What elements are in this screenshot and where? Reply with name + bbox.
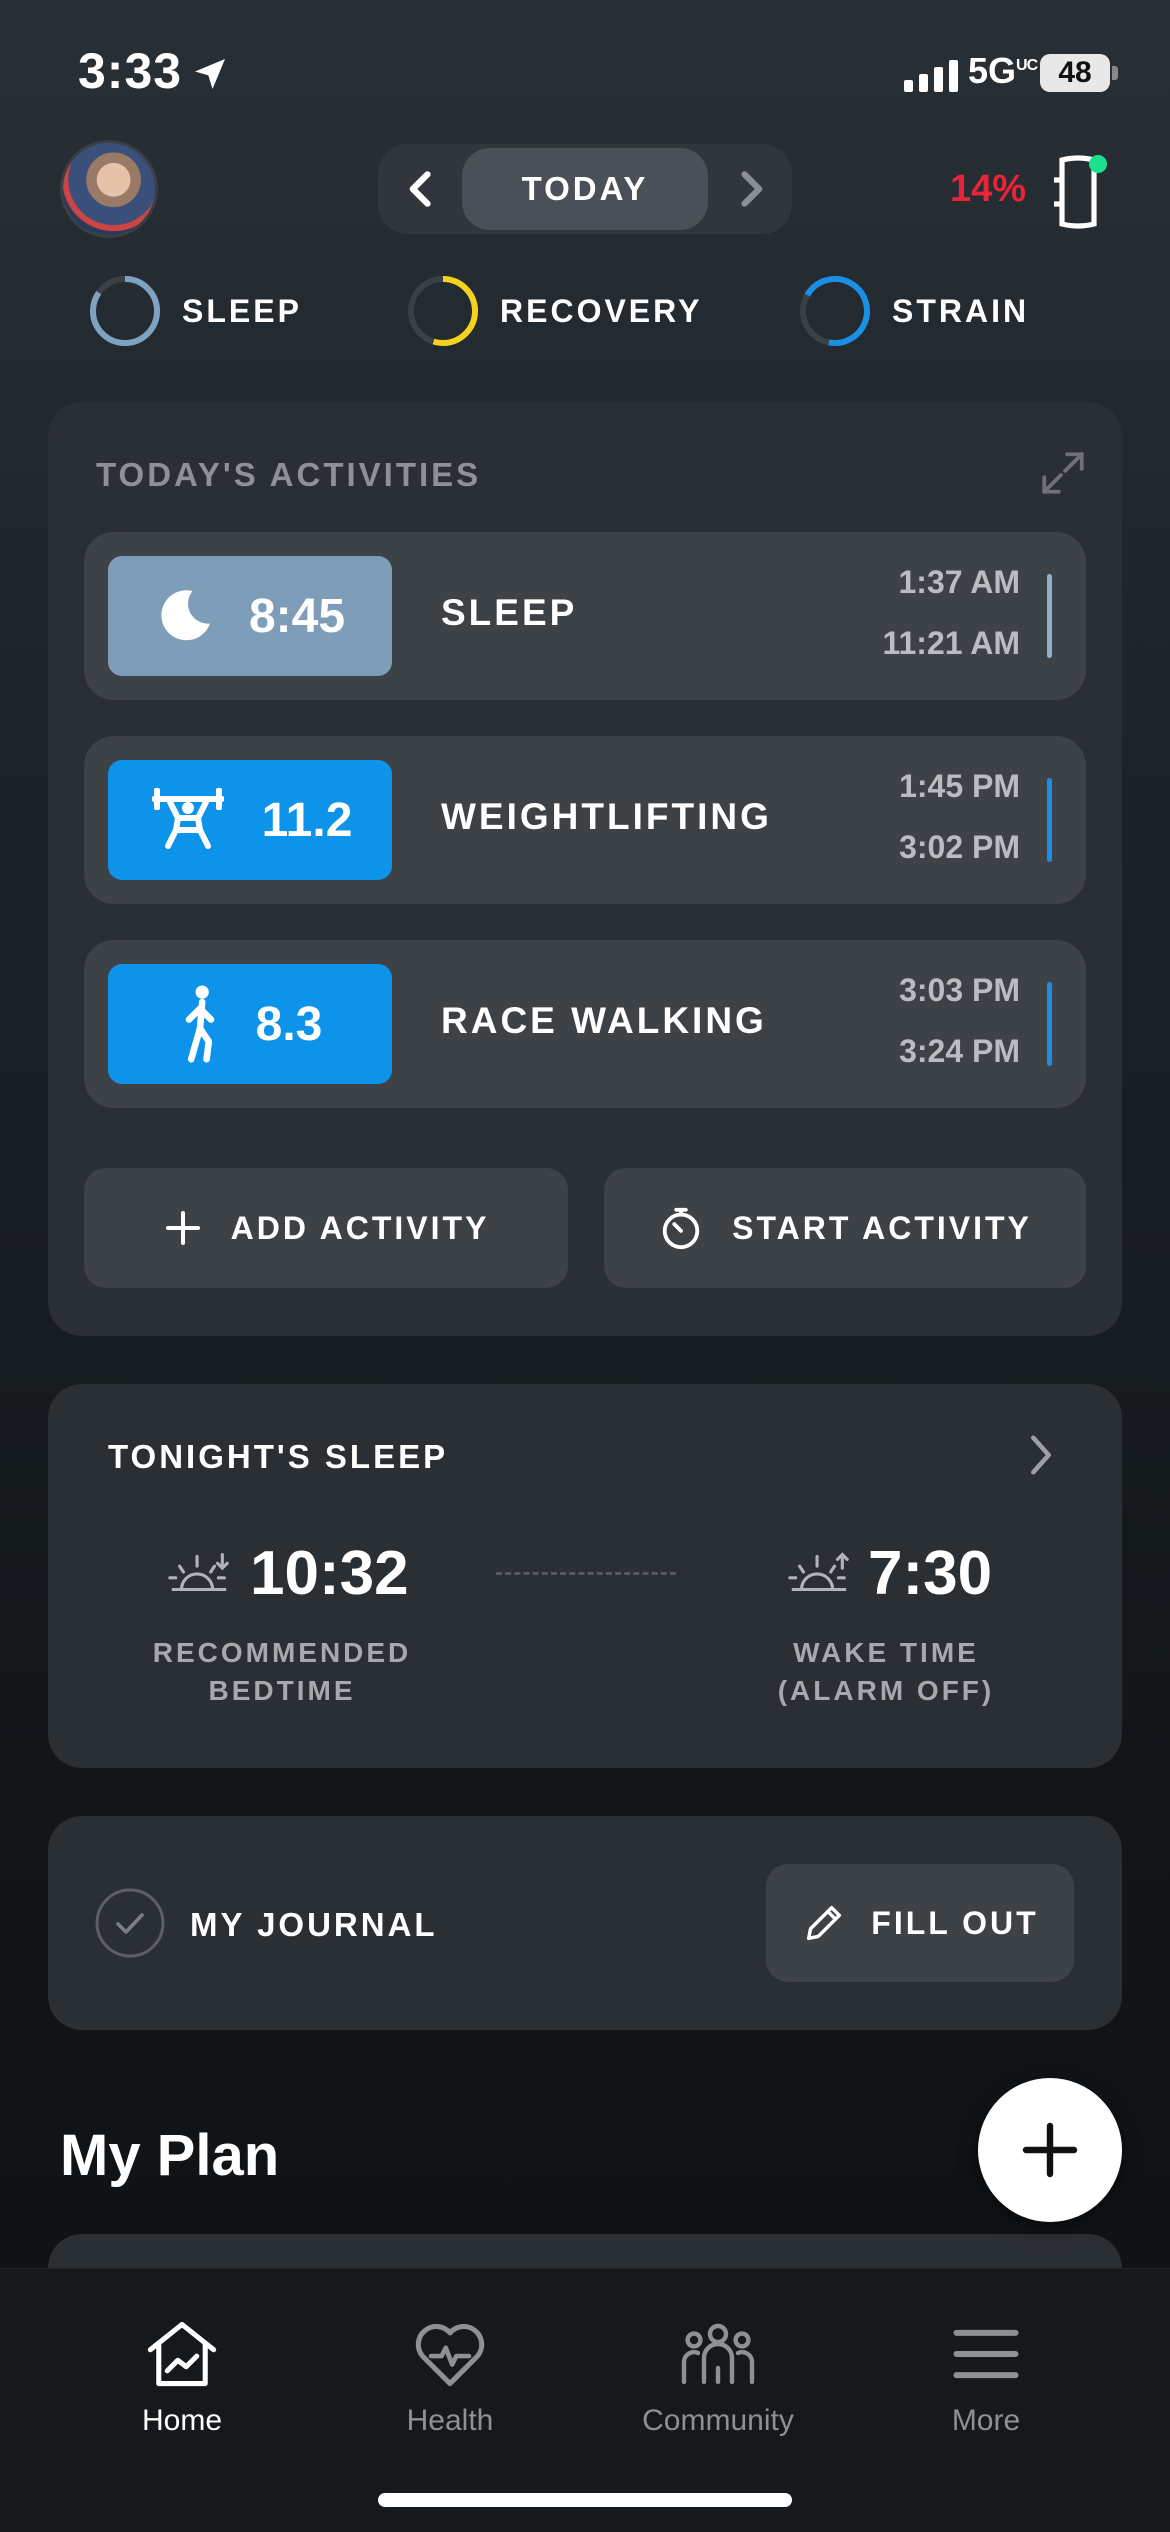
ring-strain-label: STRAIN (892, 292, 1030, 329)
activity-badge: 8:45 (108, 556, 392, 676)
wake-caption-line1: WAKE TIME (793, 1637, 979, 1668)
add-activity-button[interactable]: ADD ACTIVITY (84, 1168, 568, 1288)
activity-color-bar (1047, 778, 1052, 862)
activity-end-time: 11:21 AM (882, 625, 1020, 661)
activity-badge: 8.3 (108, 964, 392, 1084)
avatar[interactable] (60, 140, 158, 238)
sunrise-icon (788, 1552, 849, 1592)
health-heart-icon (415, 2324, 485, 2387)
tab-more-label: More (951, 2404, 1021, 2437)
activity-end-time: 3:24 PM (899, 1033, 1020, 1069)
ring-strain[interactable]: STRAIN (798, 274, 1029, 348)
battery-level: 48 (1040, 54, 1110, 92)
menu-icon (953, 2329, 1019, 2379)
ring-sleep[interactable]: SLEEP (88, 274, 302, 348)
activity-name: SLEEP (441, 592, 578, 633)
activity-value: 11.2 (261, 793, 353, 847)
tab-health-label: Health (406, 2404, 494, 2437)
activity-end-time: 3:02 PM (899, 829, 1020, 865)
ring-sleep-label: SLEEP (182, 292, 302, 329)
bedtime-caption-line1: RECOMMENDED (152, 1637, 412, 1668)
ring-recovery-label: RECOVERY (500, 292, 703, 329)
fill-out-button[interactable]: FILL OUT (766, 1864, 1074, 1982)
activity-row-sleep[interactable]: 8:45 SLEEP 1:37 AM 11:21 AM (84, 532, 1086, 700)
tab-community-label: Community (642, 2404, 794, 2437)
strain-ring-icon (800, 276, 870, 346)
recovery-ring-icon (408, 276, 478, 346)
chevron-right-icon[interactable] (1024, 1432, 1058, 1478)
wake-caption: WAKE TIME (ALARM OFF) (746, 1634, 1026, 1710)
weightlifting-icon (151, 788, 224, 849)
sleep-ring-icon (90, 276, 160, 346)
network-type: 5GUC (968, 50, 1038, 91)
activity-value: 8.3 (255, 997, 323, 1051)
activity-row-weightlifting[interactable]: 11.2 WEIGHTLIFTING 1:45 PM 3:02 PM (84, 736, 1086, 904)
wake-time: 7:30 (868, 1539, 993, 1608)
chevron-left-icon[interactable] (400, 166, 444, 212)
home-icon (147, 2321, 217, 2387)
plus-icon (1022, 2122, 1078, 2178)
activity-start-time: 1:37 AM (898, 564, 1020, 600)
bedtime-caption: RECOMMENDED BEDTIME (132, 1634, 432, 1710)
activity-color-bar (1047, 982, 1052, 1066)
tab-more[interactable]: More (876, 2318, 1096, 2438)
date-today-button[interactable]: TODAY (462, 148, 708, 230)
tab-home[interactable]: Home (72, 2318, 292, 2438)
strap-battery-percent: 14% (950, 168, 1027, 210)
add-fab-button[interactable] (978, 2078, 1122, 2222)
activity-name: WEIGHTLIFTING (441, 796, 772, 837)
activity-start-time: 3:03 PM (899, 972, 1020, 1008)
activity-badge: 11.2 (108, 760, 392, 880)
ring-recovery[interactable]: RECOVERY (406, 274, 702, 348)
activity-name: RACE WALKING (441, 1000, 767, 1041)
activities-title: TODAY'S ACTIVITIES (96, 456, 482, 493)
walking-icon (185, 985, 214, 1063)
start-activity-label: START ACTIVITY (732, 1209, 1032, 1246)
pencil-icon (807, 1905, 842, 1941)
community-icon (681, 2323, 755, 2385)
activity-value: 8:45 (248, 589, 346, 643)
status-time: 3:33 (78, 43, 183, 99)
tab-community[interactable]: Community (608, 2318, 828, 2438)
strap-device-icon[interactable] (1038, 152, 1118, 232)
activity-start-time: 1:45 PM (899, 768, 1020, 804)
wake-caption-line2: (ALARM OFF) (777, 1675, 995, 1706)
tonights-sleep-title: TONIGHT'S SLEEP (108, 1438, 449, 1475)
sleep-divider-dashes (496, 1572, 676, 1575)
my-plan-title: My Plan (60, 2123, 280, 2188)
start-activity-button[interactable]: START ACTIVITY (604, 1168, 1086, 1288)
bedtime-caption-line2: BEDTIME (208, 1675, 356, 1706)
stopwatch-icon (662, 1207, 700, 1250)
sunset-icon (168, 1552, 229, 1592)
battery-nub (1112, 66, 1118, 80)
chevron-right-icon[interactable] (728, 166, 772, 212)
location-arrow-icon (195, 59, 225, 89)
plus-icon (165, 1211, 200, 1245)
home-indicator[interactable] (378, 2493, 792, 2507)
tab-health[interactable]: Health (340, 2318, 560, 2438)
activity-row-race-walking[interactable]: 8.3 RACE WALKING 3:03 PM 3:24 PM (84, 940, 1086, 1108)
tab-home-label: Home (141, 2404, 223, 2437)
fill-out-label: FILL OUT (871, 1904, 1039, 1941)
cellular-signal-icon (904, 56, 958, 92)
add-activity-label: ADD ACTIVITY (230, 1209, 490, 1246)
expand-icon[interactable] (1038, 448, 1088, 498)
my-journal-label: MY JOURNAL (190, 1906, 438, 1943)
activity-color-bar (1047, 574, 1052, 658)
moon-icon (161, 590, 210, 641)
recommended-bedtime: 10:32 (250, 1539, 409, 1608)
check-circle-icon (95, 1888, 165, 1958)
